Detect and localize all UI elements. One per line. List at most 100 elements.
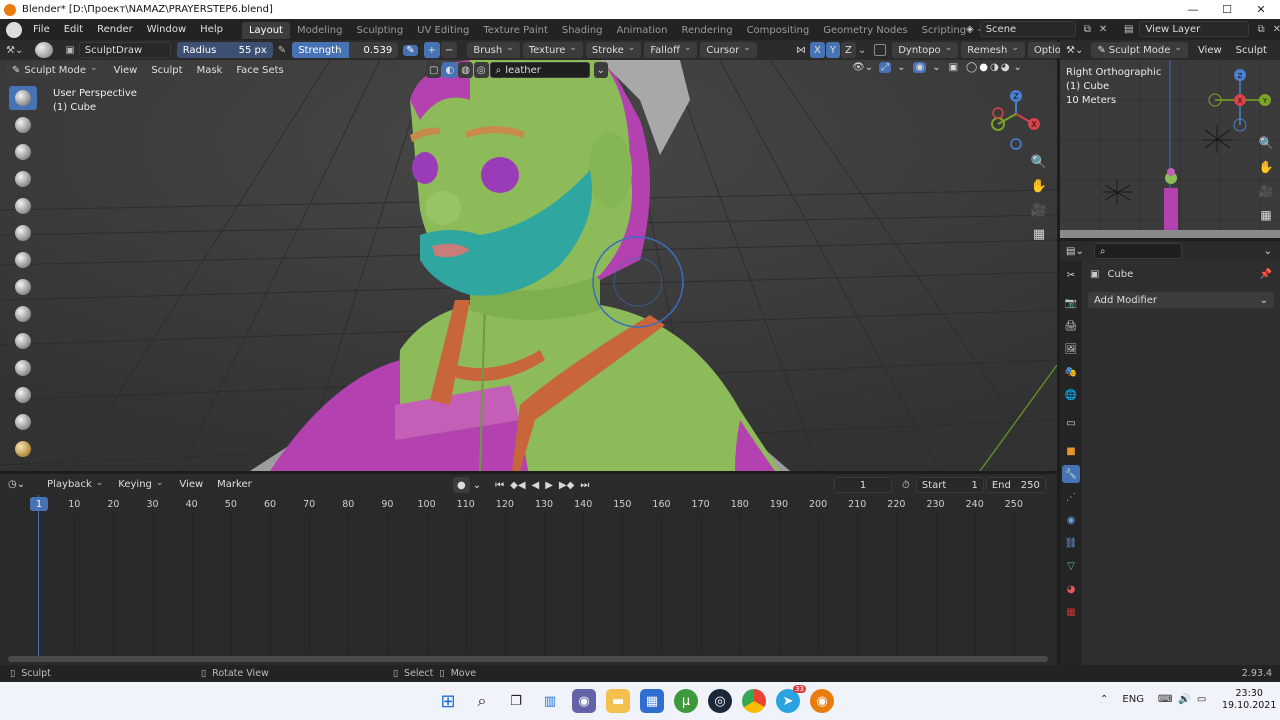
brush-menu[interactable]: Brush (467, 42, 520, 58)
new-scene-icon[interactable]: ⧉ (1084, 24, 1091, 35)
draw-brush-tool[interactable] (9, 86, 37, 110)
properties-options-icon[interactable]: ⌄ (1264, 246, 1272, 257)
tab-shading[interactable]: Shading (555, 22, 610, 39)
menu-help[interactable]: Help (193, 19, 230, 40)
right-zoom-icon[interactable]: 🔍 (1256, 136, 1276, 160)
teams-chat-icon[interactable]: ◉ (572, 689, 596, 713)
task-view-icon[interactable]: ❐ (504, 689, 528, 713)
particles-tab-icon[interactable]: ⋰ (1062, 488, 1080, 506)
vp-menu-view[interactable]: View (107, 60, 145, 81)
zoom-icon[interactable]: 🔍 (1029, 155, 1049, 179)
windows-start-icon[interactable]: ⊞ (436, 689, 460, 713)
play-reverse-icon[interactable]: ◀ (532, 480, 540, 491)
timeline-menu-view[interactable]: View (172, 474, 210, 495)
shading-solid-icon[interactable]: ◐ (442, 62, 458, 78)
fill-tool[interactable] (9, 383, 37, 407)
view-layer-tab-icon[interactable]: 🖼 (1062, 340, 1080, 358)
camera-icon[interactable]: 🎥 (1029, 203, 1049, 227)
right-3d-viewport[interactable]: Z Y X Right Orthographic (1) Cube 10 Met… (1060, 60, 1280, 238)
record-dropdown-icon[interactable]: ⌄ (473, 480, 481, 491)
shading-render-icon[interactable]: ◎ (473, 62, 489, 78)
visibility-icon[interactable]: 👁⌄ (852, 62, 873, 73)
perspective-grid-icon[interactable]: ▦ (1029, 227, 1049, 251)
blob-tool[interactable] (9, 275, 37, 299)
brush-name-field[interactable]: SculptDraw (78, 42, 171, 58)
direction-subtract-button[interactable]: − (440, 42, 458, 58)
xray-icon[interactable]: ▣ (949, 62, 958, 73)
vp-menu-face-sets[interactable]: Face Sets (229, 60, 290, 81)
vp-menu-sculpt[interactable]: Sculpt (144, 60, 189, 81)
mode-selector[interactable]: ✎ Sculpt Mode (6, 62, 104, 78)
tab-scripting[interactable]: Scripting (915, 22, 973, 39)
collection-tab-icon[interactable]: ▭ (1062, 414, 1080, 432)
symmetry-dropdown-icon[interactable]: ⌄ (858, 45, 866, 56)
remesh-menu[interactable]: Remesh (961, 42, 1025, 58)
minimize-button[interactable]: — (1176, 0, 1210, 19)
material-shading-icon[interactable]: ◑ (990, 62, 999, 73)
tab-sculpting[interactable]: Sculpting (349, 22, 410, 39)
store-icon[interactable]: ▦ (640, 689, 664, 713)
tab-compositing[interactable]: Compositing (740, 22, 817, 39)
draw-sharp-tool[interactable] (9, 113, 37, 137)
overlay-icon[interactable]: ◉ (913, 62, 927, 73)
material-tab-icon[interactable]: ◕ (1062, 580, 1080, 598)
clock[interactable]: 23:30 19.10.2021 (1222, 688, 1276, 712)
inflate-tool[interactable] (9, 248, 37, 272)
clay-thumb-tool[interactable] (9, 194, 37, 218)
blender-taskbar-icon[interactable]: ◉ (810, 689, 834, 713)
frame-ruler[interactable]: 1 10 20 30 40 50 60 70 80 90 100 110 120 130 140 150 160… (0, 495, 1057, 513)
navigation-gizmo[interactable]: Z X (986, 86, 1046, 156)
stopwatch-icon[interactable]: ⏱ (902, 480, 910, 491)
data-tab-icon[interactable]: ▽ (1062, 557, 1080, 575)
dyntopo-checkbox[interactable] (874, 44, 887, 56)
record-icon[interactable]: ● (453, 477, 470, 493)
pin-icon[interactable]: 📌 (1260, 269, 1272, 280)
tray-chevron-icon[interactable]: ⌃ (1100, 694, 1108, 705)
search-taskbar-icon[interactable]: ⌕ (470, 689, 494, 713)
tab-geometry-nodes[interactable]: Geometry Nodes (816, 22, 914, 39)
texture-menu[interactable]: Texture (522, 42, 583, 58)
jump-end-icon[interactable]: ⏭ (580, 480, 589, 491)
timeline-area[interactable]: 1 10 20 30 40 50 60 70 80 90 100 110 120 130 140 150 160… (0, 495, 1057, 665)
brush-preview-icon[interactable] (35, 42, 54, 58)
symmetry-z-button[interactable]: Z (840, 42, 856, 58)
network-icon[interactable]: ⌨ (1158, 694, 1172, 705)
tab-uv-editing[interactable]: UV Editing (410, 22, 476, 39)
timeline-scrollbar[interactable] (8, 656, 1048, 662)
play-icon[interactable]: ▶ (545, 480, 553, 491)
steam-icon[interactable]: ◎ (708, 689, 732, 713)
overlay-dropdown-icon[interactable]: ⌄ (932, 62, 940, 73)
editor-type-icon[interactable]: ⚒⌄ (6, 45, 23, 56)
stroke-menu[interactable]: Stroke (585, 42, 642, 58)
3d-viewport[interactable] (0, 60, 1057, 471)
tab-rendering[interactable]: Rendering (674, 22, 739, 39)
chrome-icon[interactable] (742, 689, 766, 713)
clay-tool[interactable] (9, 140, 37, 164)
flatten-tool[interactable] (9, 356, 37, 380)
prev-keyframe-icon[interactable]: ◆◀ (510, 480, 525, 491)
solid-shading-icon[interactable]: ● (979, 62, 988, 73)
constraints-tab-icon[interactable]: ⛓ (1062, 534, 1080, 552)
start-frame-field[interactable]: Start 1 (915, 477, 984, 493)
right-menu-view[interactable]: View (1191, 40, 1229, 61)
view-layer-field[interactable]: View Layer (1139, 21, 1250, 37)
pan-hand-icon[interactable]: ✋ (1029, 179, 1049, 203)
menu-file[interactable]: File (26, 19, 57, 40)
file-explorer-icon[interactable]: ▬ (606, 689, 630, 713)
physics-tab-icon[interactable]: ◉ (1062, 511, 1080, 529)
remove-scene-icon[interactable]: ✕ (1099, 24, 1107, 35)
add-modifier-button[interactable]: Add Modifier ⌄ (1088, 292, 1274, 308)
multiplane-scrape-tool[interactable] (9, 437, 37, 461)
new-view-layer-icon[interactable]: ⧉ (1257, 24, 1264, 35)
next-keyframe-icon[interactable]: ▶◆ (559, 480, 574, 491)
maximize-button[interactable]: ☐ (1210, 0, 1244, 19)
properties-search-field[interactable]: ⌕ (1093, 243, 1182, 259)
close-button[interactable]: ✕ (1244, 0, 1278, 19)
right-grid-icon[interactable]: ▦ (1256, 208, 1276, 232)
keying-menu[interactable]: Keying (112, 477, 169, 493)
language-indicator[interactable]: ENG (1122, 694, 1144, 705)
vp-menu-mask[interactable]: Mask (190, 60, 230, 81)
remove-view-layer-icon[interactable]: ✕ (1273, 24, 1280, 35)
crease-tool[interactable] (9, 302, 37, 326)
timeline-editor-icon[interactable]: ◷⌄ (8, 479, 25, 490)
